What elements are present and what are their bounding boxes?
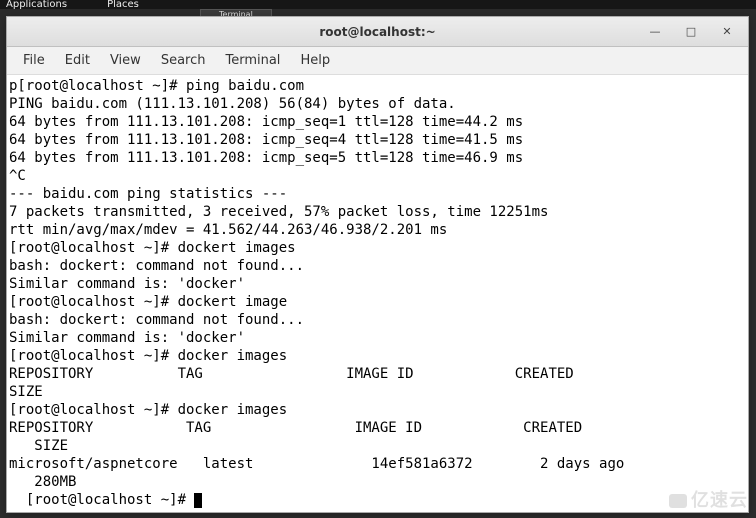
- menu-view[interactable]: View: [100, 49, 151, 72]
- window-titlebar[interactable]: root@localhost:~ — □ ✕: [7, 17, 748, 47]
- terminal-line: SIZE: [9, 437, 746, 455]
- terminal-line: microsoft/aspnetcore latest 14ef581a6372…: [9, 455, 746, 473]
- places-menu[interactable]: Places: [107, 0, 139, 9]
- terminal-line: bash: dockert: command not found...: [9, 257, 746, 275]
- terminal-line: REPOSITORY TAG IMAGE ID CREATED: [9, 365, 746, 383]
- terminal-line: --- baidu.com ping statistics ---: [9, 185, 746, 203]
- terminal-line: 280MB: [9, 473, 746, 491]
- desktop-top-panel: Applications Places: [0, 0, 756, 9]
- terminal-line: Similar command is: 'docker': [9, 275, 746, 293]
- terminal-line: REPOSITORY TAG IMAGE ID CREATED: [9, 419, 746, 437]
- menubar: File Edit View Search Terminal Help: [7, 47, 748, 75]
- menu-search[interactable]: Search: [151, 49, 216, 72]
- terminal-line: [root@localhost ~]# dockert images: [9, 239, 746, 257]
- terminal-line: PING baidu.com (111.13.101.208) 56(84) b…: [9, 95, 746, 113]
- terminal-line: 7 packets transmitted, 3 received, 57% p…: [9, 203, 746, 221]
- terminal-line: rtt min/avg/max/mdev = 41.562/44.263/46.…: [9, 221, 746, 239]
- window-title: root@localhost:~: [319, 25, 435, 39]
- applications-menu[interactable]: Applications: [6, 0, 67, 9]
- maximize-button[interactable]: □: [674, 20, 708, 44]
- menu-help[interactable]: Help: [290, 49, 340, 72]
- terminal-line: ^C: [9, 167, 746, 185]
- terminal-line: Similar command is: 'docker': [9, 329, 746, 347]
- terminal-line: [root@localhost ~]# dockert image: [9, 293, 746, 311]
- menu-file[interactable]: File: [13, 49, 55, 72]
- terminal-prompt-line: [root@localhost ~]#: [9, 491, 746, 509]
- terminal-window: root@localhost:~ — □ ✕ File Edit View Se…: [6, 16, 749, 513]
- minimize-button[interactable]: —: [638, 20, 672, 44]
- menu-edit[interactable]: Edit: [55, 49, 100, 72]
- menu-terminal[interactable]: Terminal: [215, 49, 290, 72]
- terminal-line: p[root@localhost ~]# ping baidu.com: [9, 77, 746, 95]
- terminal-line: 64 bytes from 111.13.101.208: icmp_seq=5…: [9, 149, 746, 167]
- window-controls: — □ ✕: [638, 20, 744, 44]
- terminal-line: bash: dockert: command not found...: [9, 311, 746, 329]
- terminal-line: [root@localhost ~]# docker images: [9, 347, 746, 365]
- cursor: [194, 493, 202, 508]
- terminal-line: SIZE: [9, 383, 746, 401]
- terminal-output[interactable]: p[root@localhost ~]# ping baidu.comPING …: [7, 75, 748, 512]
- terminal-line: [root@localhost ~]# docker images: [9, 401, 746, 419]
- terminal-line: 64 bytes from 111.13.101.208: icmp_seq=4…: [9, 131, 746, 149]
- close-button[interactable]: ✕: [710, 20, 744, 44]
- terminal-line: 64 bytes from 111.13.101.208: icmp_seq=1…: [9, 113, 746, 131]
